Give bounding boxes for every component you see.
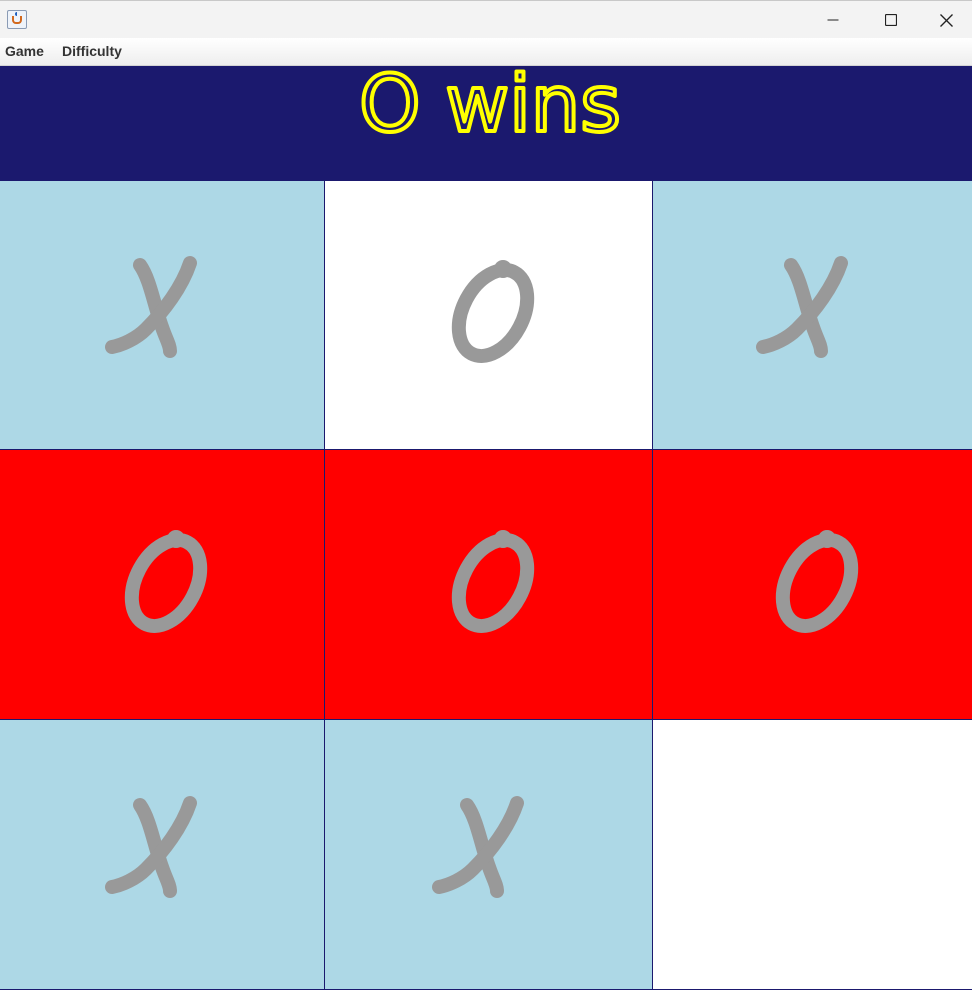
board-cell-r2c3[interactable] xyxy=(653,450,972,720)
board-cell-r3c3[interactable] xyxy=(653,720,972,990)
close-button[interactable] xyxy=(920,1,972,39)
maximize-button[interactable] xyxy=(862,1,920,39)
menu-difficulty[interactable]: Difficulty xyxy=(62,43,122,59)
minimize-button[interactable] xyxy=(804,1,862,39)
board-cell-r1c2[interactable] xyxy=(325,181,653,450)
status-text: O wins xyxy=(359,66,621,150)
status-banner: O wins xyxy=(0,66,972,181)
menu-bar: Game Difficulty xyxy=(0,38,972,66)
o-mark xyxy=(451,529,534,633)
o-mark xyxy=(124,529,208,633)
menu-game[interactable]: Game xyxy=(5,43,44,59)
x-mark xyxy=(105,795,197,898)
minimize-icon xyxy=(827,19,839,21)
board-cell-r2c1[interactable] xyxy=(0,450,325,720)
x-mark xyxy=(755,256,848,358)
board-cell-r3c2[interactable] xyxy=(325,720,653,990)
x-mark xyxy=(105,256,197,358)
game-board xyxy=(0,181,972,990)
close-icon xyxy=(939,13,953,27)
java-cup-icon xyxy=(7,10,27,29)
board-cell-r3c1[interactable] xyxy=(0,720,325,990)
title-bar xyxy=(0,0,972,38)
x-mark xyxy=(431,795,524,898)
board-cell-r1c1[interactable] xyxy=(0,181,325,450)
o-mark xyxy=(775,529,858,633)
board-cell-r2c2[interactable] xyxy=(325,450,653,720)
maximize-icon xyxy=(885,14,897,26)
o-mark xyxy=(451,260,534,363)
board-cell-r1c3[interactable] xyxy=(653,181,972,450)
